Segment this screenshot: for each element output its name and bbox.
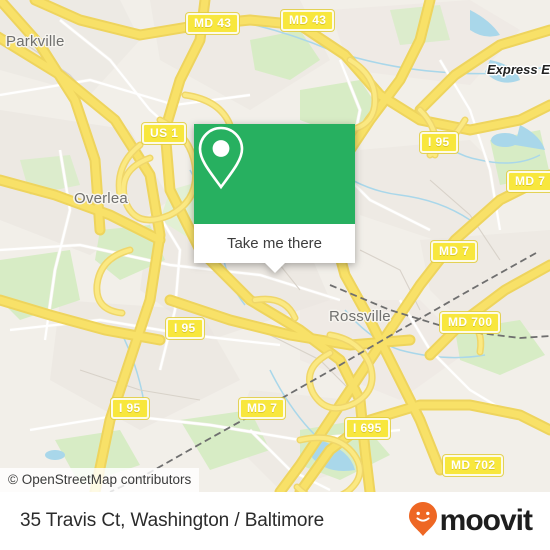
- take-me-there-button[interactable]: Take me there: [194, 224, 355, 263]
- popup-image-area: [194, 124, 355, 224]
- popup-pointer-tail: [264, 262, 286, 273]
- place-label-rossville: Rossville: [329, 308, 391, 325]
- road-shield-md-43-east: MD 43: [281, 10, 335, 31]
- map-screenshot: .landuse-res{fill:#eae5e0;} .landuse-gre…: [0, 0, 550, 550]
- place-label-overlea: Overlea: [74, 190, 128, 207]
- road-shield-i-95-mid: I 95: [166, 318, 204, 339]
- highway-label-express-expressway: Express Ex: [487, 62, 550, 77]
- moovit-logo[interactable]: moovit: [408, 501, 533, 542]
- road-shield-md-7-east: MD 7: [507, 171, 550, 192]
- place-label-parkville: Parkville: [6, 33, 65, 50]
- road-shield-md-7-south: MD 7: [239, 398, 286, 419]
- road-shield-us-1: US 1: [142, 123, 187, 144]
- road-shield-md-702: MD 702: [443, 455, 504, 476]
- road-shield-md-700: MD 700: [440, 312, 501, 333]
- moovit-wordmark: moovit: [439, 504, 533, 537]
- osm-attribution[interactable]: © OpenStreetMap contributors: [0, 468, 200, 492]
- address-text: 35 Travis Ct, Washington / Baltimore: [20, 510, 325, 531]
- road-shield-i-695: I 695: [345, 418, 390, 439]
- road-shield-i-95-north: I 95: [420, 132, 458, 153]
- map-canvas[interactable]: .landuse-res{fill:#eae5e0;} .landuse-gre…: [0, 0, 550, 492]
- road-shield-i-95-south: I 95: [111, 398, 149, 419]
- road-shield-md-43-west: MD 43: [186, 13, 240, 34]
- bottom-info-bar: 35 Travis Ct, Washington / Baltimore moo…: [0, 492, 550, 550]
- moovit-smiling-pin-icon: [408, 501, 438, 542]
- map-popup-card[interactable]: Take me there: [194, 124, 355, 273]
- road-shield-md-7-mid: MD 7: [431, 241, 478, 262]
